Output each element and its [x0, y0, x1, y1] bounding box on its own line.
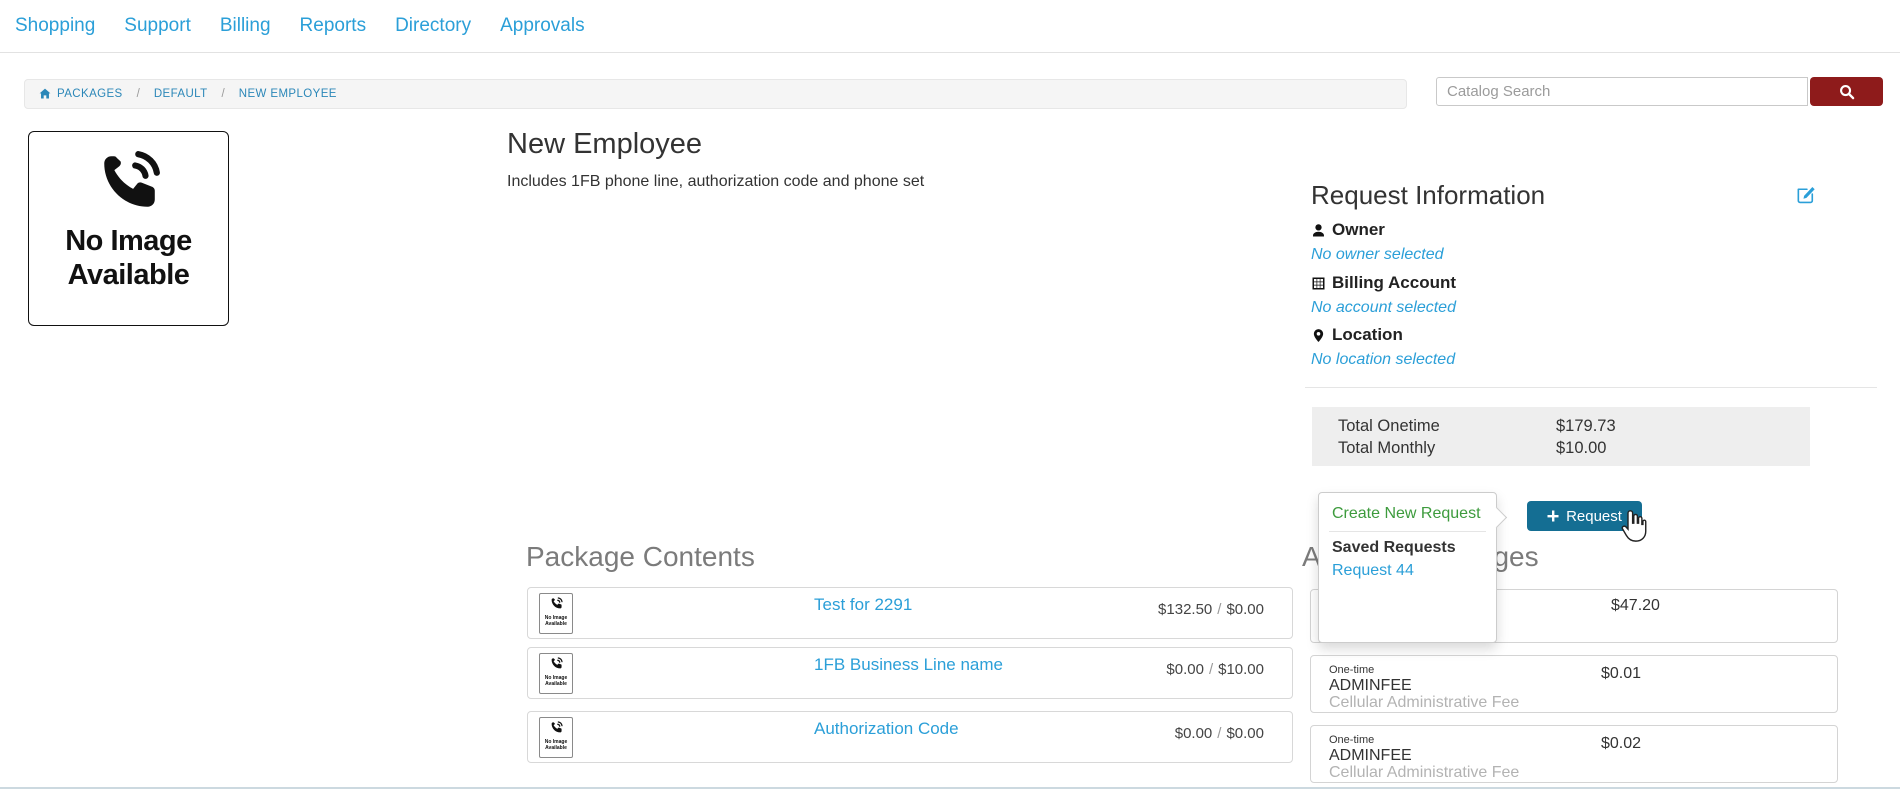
fee-description: Cellular Administrative Fee	[1329, 764, 1519, 782]
fee-card: One-time ADMINFEE Cellular Administrativ…	[1310, 725, 1838, 783]
item-thumbnail: No ImageAvailable	[539, 717, 573, 758]
fee-frequency: One-time	[1329, 664, 1374, 676]
breadcrumb-new-employee[interactable]: NEW EMPLOYEE	[239, 88, 337, 100]
billing-account-value[interactable]: No account selected	[1311, 299, 1456, 317]
package-contents-list: No ImageAvailable Test for 2291 $132.50/…	[527, 587, 1293, 763]
breadcrumb-separator: /	[222, 88, 225, 100]
nav-support[interactable]: Support	[124, 15, 191, 37]
package-item-link[interactable]: 1FB Business Line name	[814, 655, 1003, 675]
item-price: $0.00/$0.00	[1175, 725, 1264, 742]
request-dropdown-menu: Create New Request Saved Requests Reques…	[1318, 492, 1497, 643]
no-image-text: No Image Available	[29, 224, 228, 292]
top-nav: Shopping Support Billing Reports Directo…	[0, 0, 1900, 53]
package-item-row[interactable]: No ImageAvailable Authorization Code $0.…	[527, 711, 1293, 763]
billing-account-label: Billing Account	[1311, 273, 1456, 293]
package-description: Includes 1FB phone line, authorization c…	[507, 173, 924, 191]
breadcrumb-default[interactable]: DEFAULT	[154, 88, 208, 100]
user-icon	[1311, 223, 1326, 238]
package-item-link[interactable]: Authorization Code	[814, 719, 959, 739]
request-information-title: Request Information	[1311, 180, 1860, 211]
page-bottom-divider	[0, 787, 1900, 789]
fee-frequency: One-time	[1329, 734, 1374, 746]
create-new-request-item[interactable]: Create New Request	[1332, 505, 1483, 523]
location-label: Location	[1311, 325, 1403, 345]
totals-summary: Total Onetime $179.73 Total Monthly $10.…	[1312, 407, 1810, 466]
total-monthly-label: Total Monthly	[1338, 437, 1556, 459]
item-thumbnail: No ImageAvailable	[539, 593, 573, 634]
fee-amount: $0.01	[1601, 665, 1641, 683]
page-title: New Employee	[507, 128, 702, 161]
nav-shopping[interactable]: Shopping	[15, 15, 95, 37]
nav-reports[interactable]: Reports	[300, 15, 367, 37]
phone-volume-icon	[96, 149, 162, 215]
breadcrumb-packages[interactable]: PACKAGES	[57, 88, 123, 100]
saved-request-item[interactable]: Request 44	[1332, 562, 1483, 580]
divider	[1305, 387, 1877, 388]
divider	[1329, 531, 1486, 532]
fee-description: Cellular Administrative Fee	[1329, 694, 1519, 712]
nav-directory[interactable]: Directory	[395, 15, 471, 37]
item-thumbnail: No ImageAvailable	[539, 653, 573, 694]
nav-billing[interactable]: Billing	[220, 15, 271, 37]
plus-icon	[1547, 510, 1559, 522]
total-onetime-value: $179.73	[1556, 415, 1810, 437]
catalog-search-button[interactable]	[1810, 77, 1883, 106]
catalog-search-input[interactable]	[1436, 77, 1808, 106]
phone-volume-icon	[550, 657, 563, 670]
breadcrumb: PACKAGES / DEFAULT / NEW EMPLOYEE	[24, 79, 1407, 109]
fee-code: ADMINFEE	[1329, 747, 1412, 765]
home-icon	[39, 88, 51, 100]
owner-value[interactable]: No owner selected	[1311, 246, 1444, 264]
nav-approvals[interactable]: Approvals	[500, 15, 585, 37]
fee-amount: $0.02	[1601, 735, 1641, 753]
package-item-link[interactable]: Test for 2291	[814, 595, 912, 615]
edit-icon[interactable]	[1795, 184, 1816, 205]
saved-requests-header: Saved Requests	[1332, 539, 1483, 557]
phone-volume-icon	[550, 597, 563, 610]
billing-grid-icon	[1311, 276, 1326, 291]
breadcrumb-separator: /	[137, 88, 140, 100]
owner-label: Owner	[1311, 220, 1385, 240]
package-item-row[interactable]: No ImageAvailable Test for 2291 $132.50/…	[527, 587, 1293, 639]
product-image-placeholder: No Image Available	[28, 131, 229, 326]
total-monthly-value: $10.00	[1556, 437, 1810, 459]
package-item-row[interactable]: No ImageAvailable 1FB Business Line name…	[527, 647, 1293, 699]
package-contents-title: Package Contents	[526, 541, 755, 573]
fee-card: One-time ADMINFEE Cellular Administrativ…	[1310, 655, 1838, 713]
item-price: $0.00/$10.00	[1166, 661, 1264, 678]
total-onetime-label: Total Onetime	[1338, 415, 1556, 437]
item-price: $132.50/$0.00	[1158, 601, 1264, 618]
request-button[interactable]: Request	[1527, 501, 1642, 531]
fee-code: ADMINFEE	[1329, 677, 1412, 695]
dropdown-notch	[1486, 507, 1507, 528]
location-value[interactable]: No location selected	[1311, 351, 1455, 369]
phone-volume-icon	[550, 721, 563, 734]
catalog-package-page: Shopping Support Billing Reports Directo…	[0, 0, 1900, 790]
search-icon	[1839, 84, 1855, 100]
location-marker-icon	[1311, 328, 1326, 343]
fee-amount: $47.20	[1611, 597, 1660, 615]
request-information-panel: Request Information Owner No owner selec…	[1311, 180, 1860, 211]
